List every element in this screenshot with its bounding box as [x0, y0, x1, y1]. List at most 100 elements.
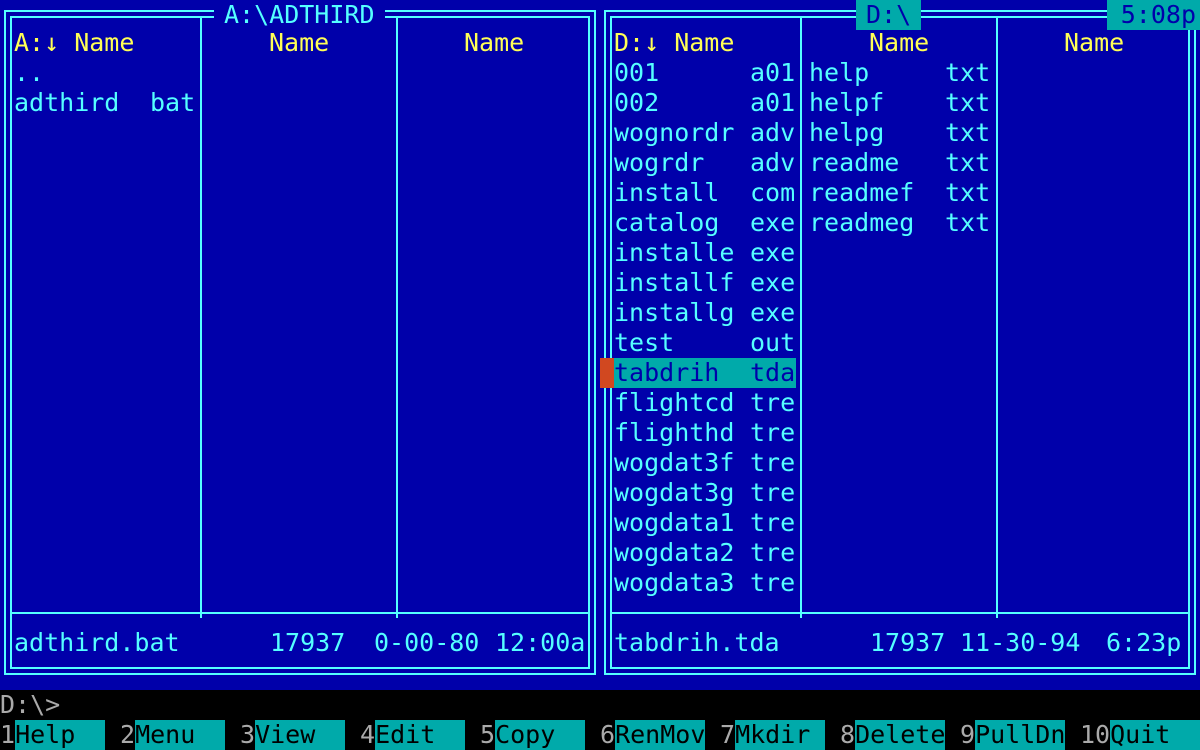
right-panel[interactable]: D:\ D:↓ Name Name Name 001 a01 002 a01 wogno… — [600, 0, 1196, 675]
function-key-bar: 1Help 2Menu 3View 4Edit 5Copy 6RenMov 7Mkdir 8D… — [0, 720, 1200, 750]
file-row[interactable]: test out — [614, 328, 796, 358]
file-ext: a01 — [750, 88, 796, 117]
file-name: helpg — [809, 118, 885, 147]
fkey-number: 8 — [840, 720, 856, 749]
file-name: catalog — [614, 208, 720, 237]
file-row[interactable]: helpg txt — [809, 118, 991, 148]
file-row[interactable]: catalog exe — [614, 208, 796, 238]
fkey-label: RenMov — [615, 720, 706, 750]
left-col-header-1[interactable]: A:↓ Name — [14, 28, 134, 58]
file-ext: tre — [750, 448, 796, 477]
file-name: 001 — [614, 58, 660, 87]
left-col-header-2[interactable]: Name — [269, 28, 329, 58]
fkey-number: 4 — [360, 720, 376, 749]
file-row[interactable]: wogdata2 tre — [614, 538, 796, 568]
file-row[interactable]: install com — [614, 178, 796, 208]
file-name: tabdrih — [614, 358, 720, 387]
file-ext: txt — [945, 88, 991, 117]
file-row[interactable]: installf exe — [614, 268, 796, 298]
right-col-header-2[interactable]: Name — [869, 28, 929, 58]
file-ext: tre — [750, 568, 796, 597]
right-status-time: 6:23p — [1106, 628, 1182, 657]
fkey-number: 2 — [120, 720, 136, 749]
file-name: wognordr — [614, 118, 735, 147]
file-row[interactable]: helpf txt — [809, 88, 991, 118]
file-name: 002 — [614, 88, 660, 117]
file-name: wogrdr — [614, 148, 705, 177]
file-row[interactable]: adthird bat — [14, 88, 198, 118]
right-status-size: 17937 — [870, 628, 946, 657]
file-name: installg — [614, 298, 735, 327]
fkey-mkdir-button[interactable]: 7Mkdir — [720, 720, 826, 750]
fkey-label: Help — [15, 720, 106, 750]
fkey-copy-button[interactable]: 5Copy — [480, 720, 586, 750]
fkey-number: 3 — [240, 720, 256, 749]
fkey-label: PullDn — [975, 720, 1066, 750]
file-row[interactable]: wogdat3f tre — [614, 448, 796, 478]
file-row[interactable]: 001 a01 — [614, 58, 796, 88]
fkey-edit-button[interactable]: 4Edit — [360, 720, 466, 750]
left-status-size: 17937 — [270, 628, 346, 657]
file-ext: tre — [750, 508, 796, 537]
file-row[interactable]: wogrdr adv — [614, 148, 796, 178]
file-name: test — [614, 328, 675, 357]
file-row[interactable]: flighthd tre — [614, 418, 796, 448]
file-ext: txt — [945, 178, 991, 207]
file-row[interactable]: 002 a01 — [614, 88, 796, 118]
file-name: installf — [614, 268, 735, 297]
fkey-label: Copy — [495, 720, 586, 750]
file-row[interactable]: wognordr adv — [614, 118, 796, 148]
right-file-list-col2: help txt helpf txt helpg txt readme txt readmef t… — [809, 58, 991, 238]
file-name: readme — [809, 148, 900, 177]
norton-commander-screen: A:\ADTHIRD A:↓ Name Name Name .. adthird… — [0, 0, 1200, 690]
file-row[interactable]: .. — [14, 58, 198, 88]
command-line[interactable]: D:\> — [0, 690, 1200, 720]
file-row[interactable]: help txt — [809, 58, 991, 88]
file-row[interactable]: readmeg txt — [809, 208, 991, 238]
file-name: wogdata2 — [614, 538, 735, 567]
file-row[interactable]: wogdata3 tre — [614, 568, 796, 598]
file-ext: tre — [750, 478, 796, 507]
file-name: .. — [14, 58, 45, 87]
left-col-header-3[interactable]: Name — [464, 28, 524, 58]
file-ext: a01 — [750, 58, 796, 87]
file-row[interactable]: readme txt — [809, 148, 991, 178]
fkey-view-button[interactable]: 3View — [240, 720, 346, 750]
fkey-label: Menu — [135, 720, 226, 750]
fkey-number: 6 — [600, 720, 616, 749]
command-prompt: D:\> — [0, 690, 61, 719]
fkey-delete-button[interactable]: 8Delete — [840, 720, 945, 750]
fkey-label: View — [255, 720, 346, 750]
file-ext: exe — [750, 208, 796, 237]
file-ext: bat — [150, 88, 196, 117]
file-ext: tre — [750, 388, 796, 417]
file-row[interactable]: readmef txt — [809, 178, 991, 208]
fkey-number: 5 — [480, 720, 496, 749]
file-name: install — [614, 178, 720, 207]
file-ext: out — [750, 328, 796, 357]
fkey-pulldn-button[interactable]: 9PullDn — [960, 720, 1065, 750]
file-name: help — [809, 58, 870, 87]
file-ext: adv — [750, 148, 796, 177]
fkey-help-button[interactable]: 1Help — [0, 720, 106, 750]
file-row[interactable]: wogdata1 tre — [614, 508, 796, 538]
cursor-marker — [600, 358, 614, 388]
file-row[interactable]: wogdat3g tre — [614, 478, 796, 508]
fkey-quit-button[interactable]: 10Quit — [1080, 720, 1200, 750]
file-ext: exe — [750, 298, 796, 327]
file-row[interactable]: installe exe — [614, 238, 796, 268]
fkey-label: Delete — [855, 720, 946, 750]
fkey-renmov-button[interactable]: 6RenMov — [600, 720, 705, 750]
right-col-header-1[interactable]: D:↓ Name — [614, 28, 734, 58]
fkey-number: 10 — [1080, 720, 1111, 749]
file-row[interactable]: flightcd tre — [614, 388, 796, 418]
file-ext: txt — [945, 148, 991, 177]
right-col-header-3[interactable]: Name — [1064, 28, 1124, 58]
file-name: wogdat3f — [614, 448, 735, 477]
file-row-selected[interactable]: tabdrih tda — [600, 358, 796, 388]
left-panel[interactable]: A:\ADTHIRD A:↓ Name Name Name .. adthird… — [4, 0, 596, 675]
fkey-menu-button[interactable]: 2Menu — [120, 720, 226, 750]
file-row[interactable]: installg exe — [614, 298, 796, 328]
file-name: wogdat3g — [614, 478, 735, 507]
file-ext: tre — [750, 538, 796, 567]
